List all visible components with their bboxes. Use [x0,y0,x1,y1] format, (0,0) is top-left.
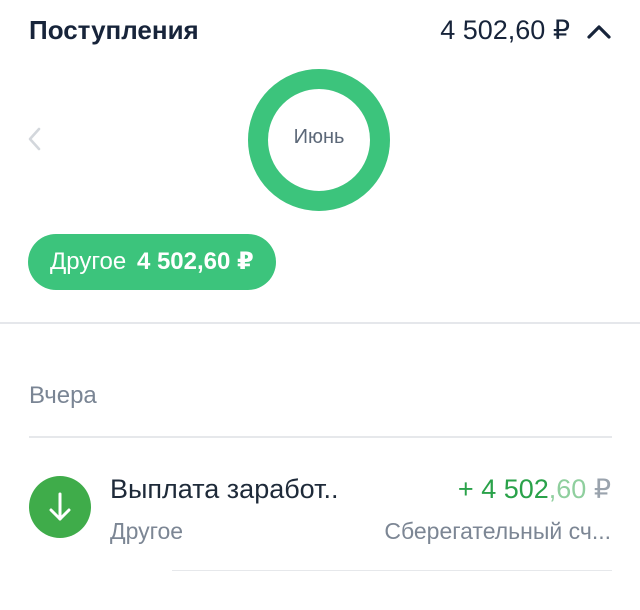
month-label: Июнь [293,126,345,148]
income-total: 4 502,60 ₽ [440,15,570,45]
transaction-title: Выплата заработ.. [110,474,339,504]
month-selector: Июнь [0,64,640,214]
transaction-amount: + 4 502,60 ₽ [458,474,611,505]
divider [29,436,612,438]
income-header[interactable]: Поступления 4 502,60 ₽ [0,0,640,64]
chip-label: Другое [50,248,127,275]
chevron-up-icon[interactable] [584,20,614,44]
amount-currency: ₽ [586,474,611,504]
amount-fraction: ,60 [548,474,587,504]
chevron-left-icon[interactable] [22,124,48,154]
transaction-category: Другое [110,518,184,544]
chip-amount: 4 502,60 ₽ [136,248,254,275]
amount-main: + 4 502 [457,474,549,504]
transaction-account: Сберегательный сч... [384,518,611,544]
transaction-row[interactable]: Выплата заработ.. Другое + 4 502,60 ₽ Сб… [0,440,640,574]
divider [0,322,640,324]
page-title: Поступления [29,15,199,45]
date-section-label: Вчера [29,382,97,409]
arrow-down-icon [29,476,91,538]
category-chip-other[interactable]: Другое 4 502,60 ₽ [28,234,276,290]
divider [172,570,612,571]
